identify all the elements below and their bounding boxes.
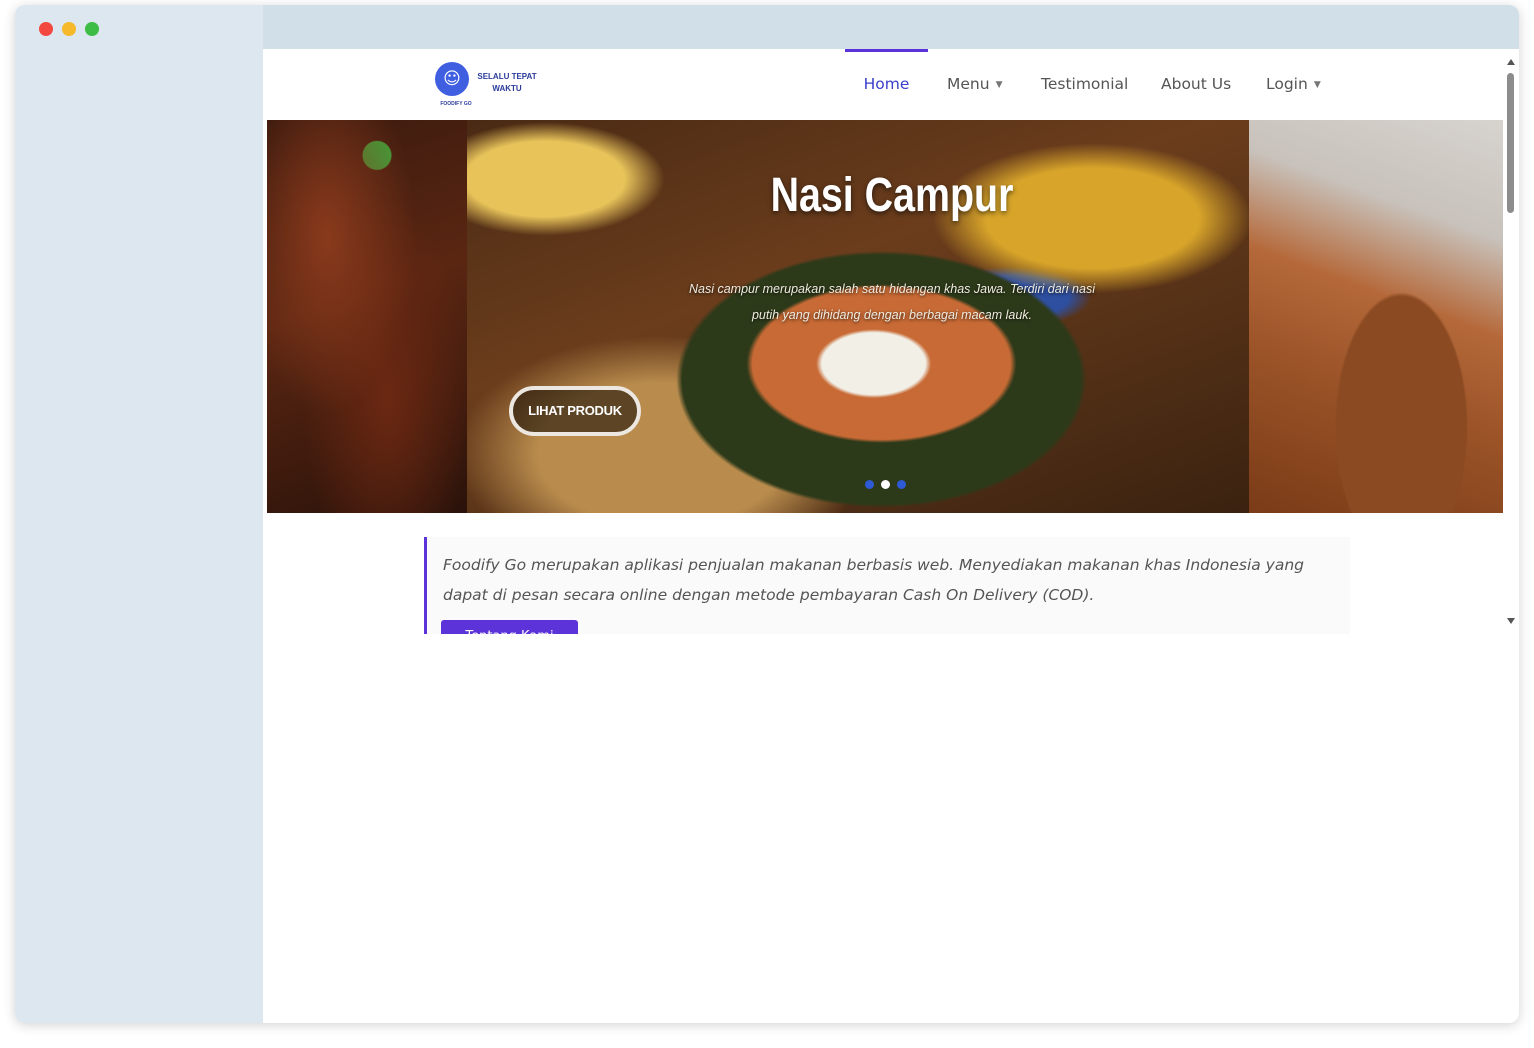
maximize-window-button[interactable] bbox=[85, 22, 99, 36]
nav-login-label: Login bbox=[1266, 75, 1308, 93]
carousel-dot[interactable] bbox=[897, 480, 906, 489]
hero-description: Nasi campur merupakan salah satu hidanga… bbox=[688, 282, 1095, 322]
carousel-indicators bbox=[865, 474, 913, 489]
scrollbar-thumb[interactable] bbox=[1507, 73, 1514, 213]
vertical-scrollbar[interactable] bbox=[1503, 49, 1519, 634]
prev-slide-image[interactable] bbox=[267, 120, 467, 513]
next-slide-image[interactable] bbox=[1249, 120, 1503, 513]
nav-home[interactable]: Home bbox=[845, 49, 928, 123]
caret-down-icon: ▼ bbox=[1313, 80, 1321, 90]
nav-login[interactable]: Login ▼ bbox=[1266, 49, 1321, 120]
hero-title: Nasi Campur bbox=[770, 169, 1014, 222]
delivery-mascot-icon: ☺ bbox=[435, 62, 469, 96]
carousel-dot[interactable] bbox=[865, 480, 874, 489]
caret-down-icon: ▼ bbox=[995, 80, 1003, 90]
close-window-button[interactable] bbox=[39, 22, 53, 36]
logo-tagline: SELALU TEPAT WAKTU bbox=[477, 72, 537, 93]
nav-menu[interactable]: Menu ▼ bbox=[947, 49, 1002, 120]
app-window: ☺ SELALU TEPAT WAKTU FOODIFY GO Home Men… bbox=[15, 5, 1519, 1023]
window-sidebar bbox=[15, 5, 263, 1023]
nav-testimonial[interactable]: Testimonial bbox=[1041, 49, 1128, 120]
about-us-button[interactable]: Tentang Kami bbox=[441, 620, 578, 634]
site-logo[interactable]: ☺ SELALU TEPAT WAKTU FOODIFY GO bbox=[435, 61, 545, 109]
nav-about-label: About Us bbox=[1161, 75, 1232, 93]
scroll-up-icon[interactable] bbox=[1507, 59, 1515, 65]
hero-carousel: Nasi Campur Nasi campur merupakan salah … bbox=[267, 120, 1503, 513]
nav-testimonial-label: Testimonial bbox=[1041, 75, 1129, 93]
about-text: Foodify Go merupakan aplikasi penjualan … bbox=[443, 556, 1305, 604]
navbar: ☺ SELALU TEPAT WAKTU FOODIFY GO Home Men… bbox=[267, 49, 1503, 121]
view-product-button[interactable]: LIHAT PRODUK bbox=[509, 386, 641, 436]
logo-brand: FOODIFY GO bbox=[440, 101, 472, 107]
carousel-dot-active[interactable] bbox=[881, 480, 890, 489]
scroll-down-icon[interactable] bbox=[1507, 618, 1515, 624]
window-top-bar bbox=[263, 5, 1519, 49]
minimize-window-button[interactable] bbox=[62, 22, 76, 36]
nav-about[interactable]: About Us bbox=[1161, 49, 1231, 120]
nav-menu-label: Menu bbox=[947, 75, 990, 93]
page-viewport: ☺ SELALU TEPAT WAKTU FOODIFY GO Home Men… bbox=[267, 49, 1503, 634]
about-blockquote: Foodify Go merupakan aplikasi penjualan … bbox=[424, 537, 1350, 634]
nav-home-label: Home bbox=[863, 75, 910, 93]
website-frame: ☺ SELALU TEPAT WAKTU FOODIFY GO Home Men… bbox=[267, 49, 1519, 634]
